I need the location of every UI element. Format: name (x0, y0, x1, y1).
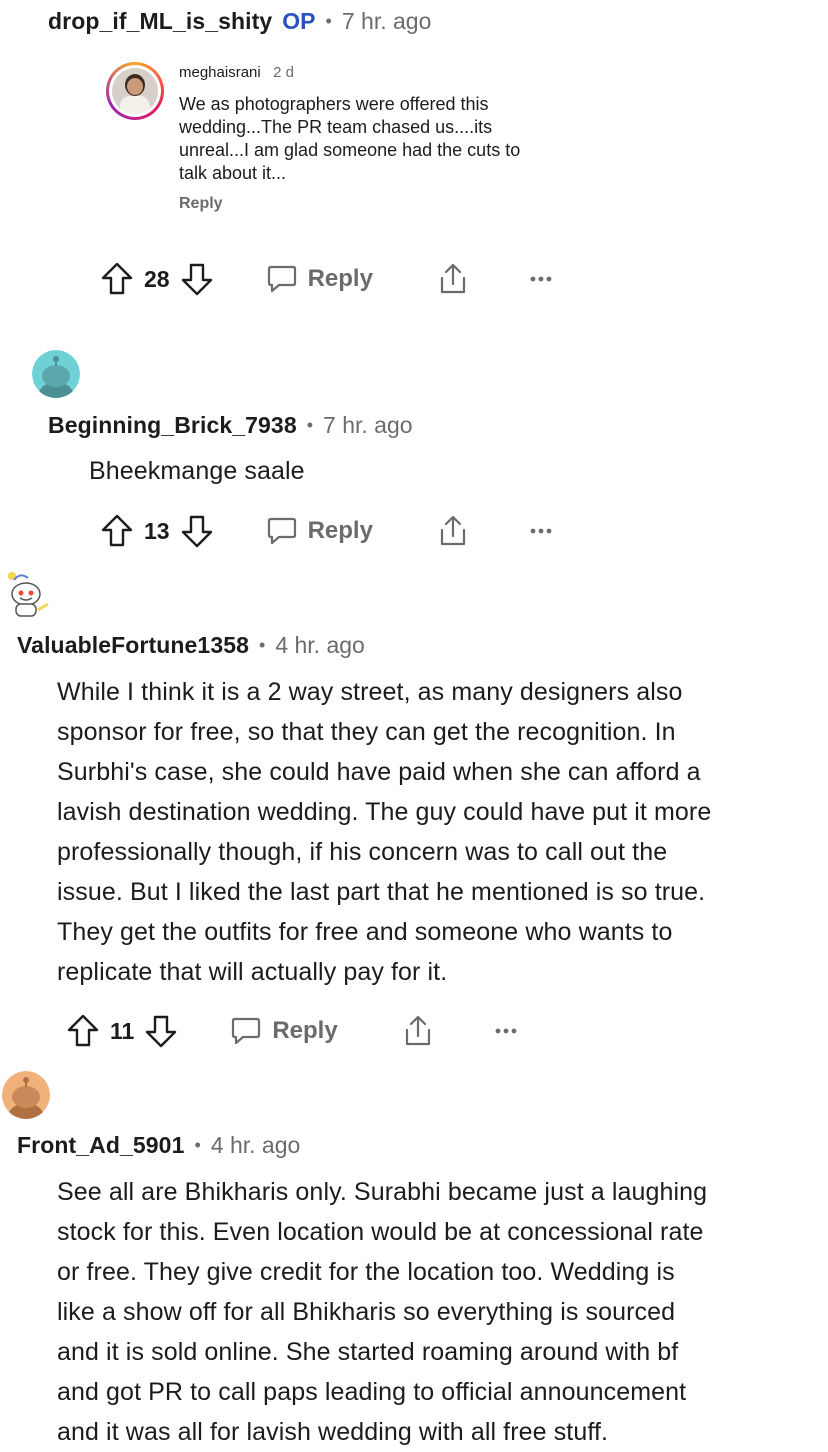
comment-body: Bheekmange saale (89, 457, 305, 485)
timestamp: 4 hr. ago (275, 632, 365, 658)
share-icon[interactable] (437, 514, 469, 548)
comment-icon (267, 265, 296, 293)
separator: • (325, 11, 332, 31)
share-icon[interactable] (402, 1014, 434, 1048)
username[interactable]: Beginning_Brick_7938 (48, 412, 297, 439)
embed-meta: meghaisrani 2 d (179, 64, 294, 82)
comment-header: Beginning_Brick_7938 • 7 hr. ago (48, 412, 413, 439)
comment-line: sponsor for free, so that they can get t… (57, 718, 676, 746)
more-options-icon[interactable] (529, 527, 553, 535)
reply-label: Reply (272, 1017, 338, 1044)
separator: • (259, 635, 266, 655)
embed-text: We as photographers were offered this we… (179, 93, 520, 185)
timestamp: 4 hr. ago (210, 1132, 301, 1158)
comment-header: ValuableFortune1358 • 4 hr. ago (17, 632, 365, 659)
comment-actions: 28 Reply (100, 259, 553, 299)
vote-count: 11 (110, 1017, 135, 1044)
embed-timestamp: 2 d (273, 64, 295, 81)
comment-line: and it is sold online. She started roami… (57, 1338, 679, 1366)
comment-line: Surbhi's case, she could have paid when … (57, 758, 701, 786)
reply-button[interactable]: Reply (266, 515, 373, 547)
op-badge: OP (282, 8, 316, 34)
vote-count: 13 (144, 517, 170, 544)
embed-line: unreal...I am glad someone had the cuts … (179, 140, 521, 160)
comment-line: like a show off for all Bhikharis so eve… (57, 1298, 676, 1326)
share-icon[interactable] (437, 262, 469, 296)
reply-button[interactable]: Reply (266, 263, 373, 295)
downvote-icon[interactable] (144, 1013, 178, 1049)
avatar[interactable] (2, 570, 50, 620)
embed-username: meghaisrani (179, 64, 261, 81)
reply-label: Reply (307, 265, 373, 292)
reply-button[interactable]: Reply (230, 1015, 338, 1047)
comment-line: See all are Bhikharis only. Surabhi beca… (57, 1178, 708, 1206)
downvote-icon[interactable] (180, 513, 214, 549)
comment-line: issue. But I liked the last part that he… (57, 878, 706, 906)
comment-body: While I think it is a 2 way street, as m… (57, 672, 711, 992)
username[interactable]: ValuableFortune1358 (17, 632, 249, 659)
timestamp: 7 hr. ago (323, 412, 413, 438)
downvote-icon[interactable] (180, 261, 214, 297)
username[interactable]: drop_if_ML_is_shity (48, 8, 272, 35)
reply-label: Reply (307, 517, 373, 544)
embed-line: wedding...The PR team chased us....its (179, 117, 493, 137)
comment-actions: 13 Reply (100, 511, 553, 551)
comment-header: Front_Ad_5901 • 4 hr. ago (17, 1132, 300, 1159)
comment-line: lavish destination wedding. The guy coul… (57, 798, 712, 826)
more-options-icon[interactable] (529, 275, 553, 283)
separator: • (306, 415, 314, 435)
separator: • (194, 1135, 201, 1155)
timestamp: 7 hr. ago (341, 8, 432, 34)
upvote-icon[interactable] (100, 261, 134, 297)
comment-line: and got PR to call paps leading to offic… (57, 1378, 687, 1406)
instagram-avatar (106, 62, 164, 120)
comment-line: professionally though, if his concern wa… (57, 838, 668, 866)
embed-reply-label: Reply (179, 195, 223, 212)
comment-line: or free. They give credit for the locati… (57, 1258, 675, 1286)
avatar[interactable] (32, 350, 80, 398)
vote-count: 28 (144, 265, 170, 292)
username[interactable]: Front_Ad_5901 (17, 1132, 184, 1159)
embed-line: We as photographers were offered this (179, 94, 489, 114)
comment-actions: 11 Reply (66, 1011, 518, 1051)
upvote-icon[interactable] (66, 1013, 100, 1049)
comment-line: stock for this. Even location would be a… (57, 1218, 704, 1246)
avatar[interactable] (2, 1071, 50, 1119)
comment-header: drop_if_ML_is_shity OP • 7 hr. ago (48, 8, 431, 35)
embed-line: talk about it... (179, 163, 287, 183)
embedded-image[interactable]: meghaisrani 2 d We as photographers were… (100, 56, 570, 226)
upvote-icon[interactable] (100, 513, 134, 549)
more-options-icon[interactable] (494, 1027, 518, 1035)
comment-line: replicate that will actually pay for it. (57, 958, 448, 986)
comment-line: While I think it is a 2 way street, as m… (57, 678, 683, 706)
comment-line: They get the outfits for free and someon… (57, 918, 673, 946)
comment-icon (267, 517, 296, 545)
comment-line: and it was all for lavish wedding with a… (57, 1418, 609, 1446)
comment-body: See all are Bhikharis only. Surabhi beca… (57, 1172, 707, 1452)
comment-icon (232, 1017, 261, 1045)
